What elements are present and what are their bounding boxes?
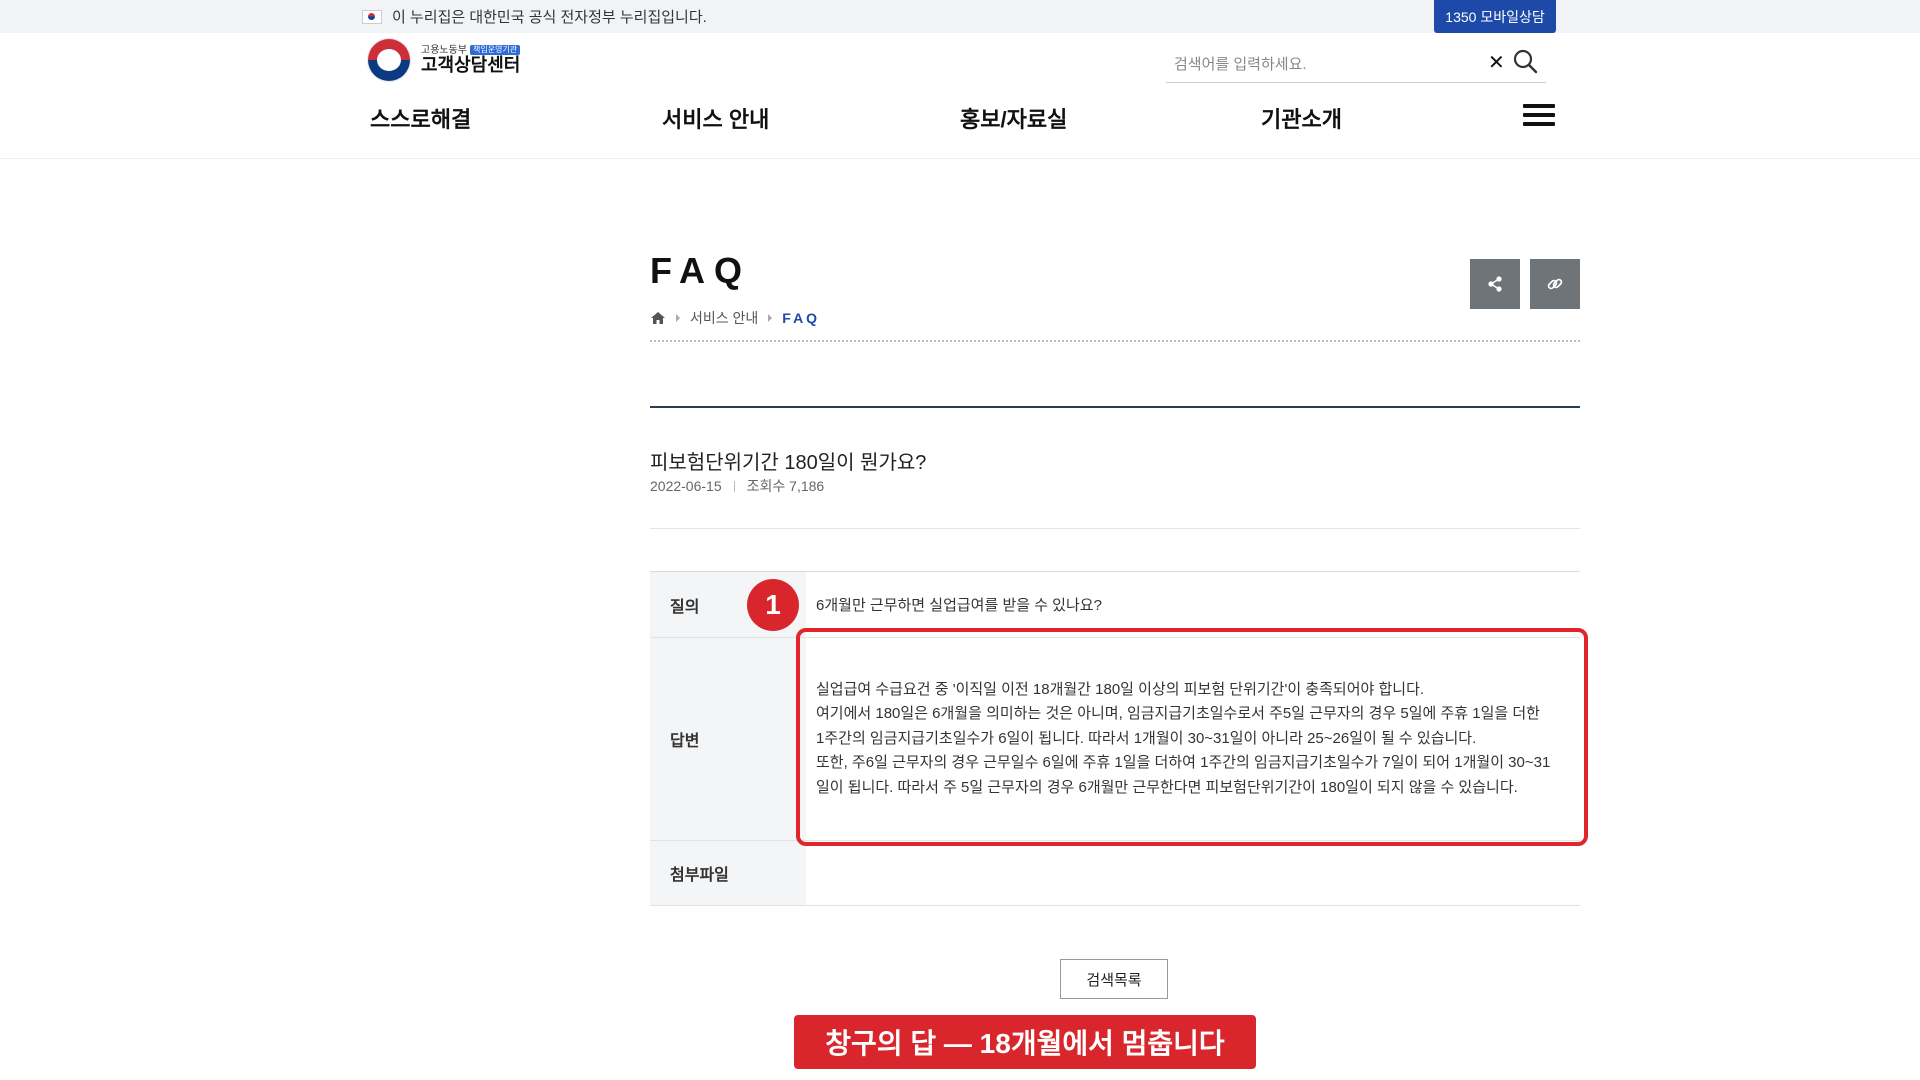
share-icon [1488,276,1502,292]
divider [650,340,1580,342]
share-button[interactable] [1470,259,1520,309]
home-icon[interactable] [650,311,666,325]
taegeuk-logo-icon [367,38,411,82]
breadcrumb-separator-icon [768,314,773,322]
link-icon [1547,278,1563,290]
breadcrumb-separator-icon [676,314,680,322]
answer-highlight-box [796,628,1588,846]
logo-badge: 책임운영기관 [470,44,521,56]
attachment-label: 첨부파일 [650,841,806,905]
divider [650,528,1580,529]
page-title: FAQ [650,250,752,291]
breadcrumb: 서비스 안내 FAQ [650,308,820,328]
table-row-attachment: 첨부파일 [650,841,1580,906]
nav-item-self-help[interactable]: 스스로해결 [370,102,471,134]
korea-flag-icon [362,9,382,24]
logo-text: 고용노동부 책임운영기관 고객상담센터 [421,45,520,76]
breadcrumb-item-service-guide[interactable]: 서비스 안내 [690,308,758,328]
copy-link-button[interactable] [1530,259,1580,309]
nav-item-pr-archive[interactable]: 홍보/자료실 [960,102,1067,134]
logo-ministry: 고용노동부 [421,44,467,56]
breadcrumb-item-current: FAQ [782,310,821,326]
post-meta: 2022-06-15 조회수 7,186 [650,476,824,496]
divider [650,406,1580,408]
gov-banner-text: 이 누리집은 대한민국 공식 전자정부 누리집입니다. [392,9,707,26]
post-views: 조회수 7,186 [746,478,825,494]
post-date: 2022-06-15 [650,478,722,494]
hamburger-icon[interactable] [1523,104,1555,130]
gov-banner-content: 이 누리집은 대한민국 공식 전자정부 누리집입니다. [362,0,707,33]
meta-separator [733,480,735,492]
annotation-badge: 1 [747,579,799,631]
mobile-consult-button[interactable]: 1350 모바일상담 [1434,0,1556,33]
attachment-cell [806,841,1580,905]
logo-name: 고객상담센터 [421,54,521,75]
annotation-caption: 창구의 답 — 18개월에서 멈춥니다 [794,1015,1256,1069]
main-nav: 스스로해결 서비스 안내 홍보/자료실 기관소개 [0,96,1920,159]
search-input[interactable] [1172,50,1476,78]
post-title: 피보험단위기간 180일이 뭔가요? [650,452,927,474]
close-icon[interactable]: ✕ [1488,50,1505,75]
nav-item-about[interactable]: 기관소개 [1261,102,1342,134]
search-bar: ✕ [1166,44,1546,83]
gov-banner: 이 누리집은 대한민국 공식 전자정부 누리집입니다. 1350 모바일상담 [0,0,1920,33]
search-list-button[interactable]: 검색목록 [1060,959,1168,999]
site-logo[interactable]: 고용노동부 책임운영기관 고객상담센터 [367,38,520,82]
nav-item-service-guide[interactable]: 서비스 안내 [662,102,769,134]
search-icon[interactable] [1512,48,1538,74]
answer-label: 답변 [650,638,806,840]
